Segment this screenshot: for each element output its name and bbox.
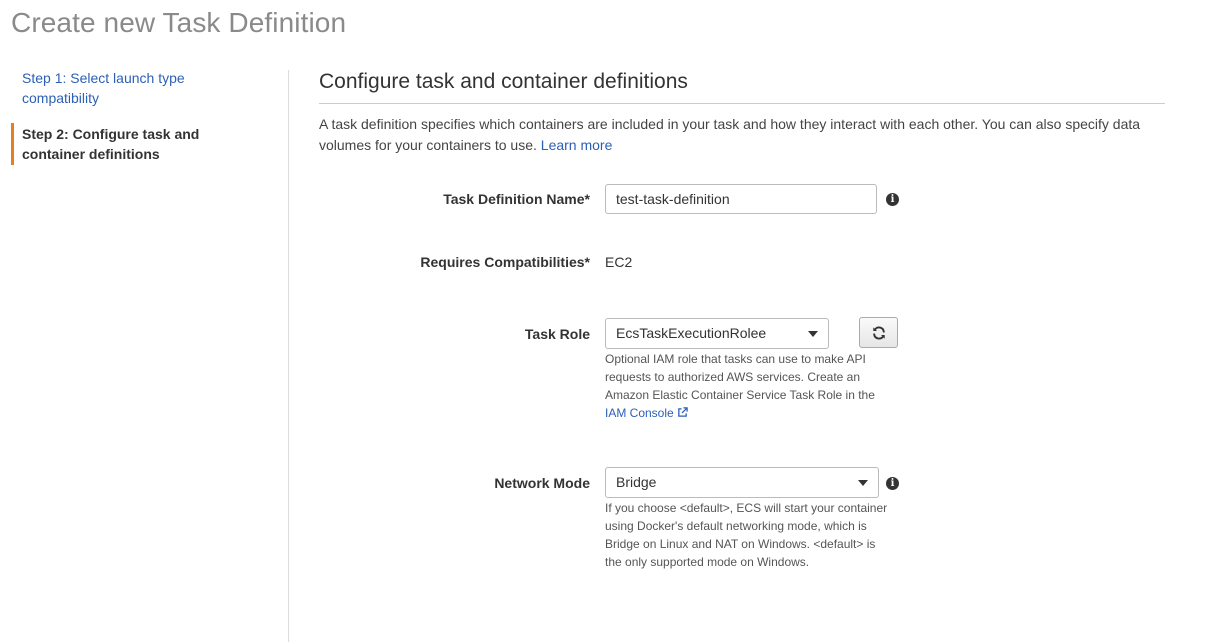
info-icon[interactable]: i <box>886 477 899 490</box>
info-icon[interactable]: i <box>886 193 899 206</box>
refresh-icon <box>872 326 885 339</box>
wizard-steps: Step 1: Select launch type compatibility… <box>11 67 261 179</box>
vertical-divider <box>288 70 289 642</box>
refresh-task-roles-button[interactable] <box>859 317 898 348</box>
chevron-down-icon <box>808 331 818 337</box>
compatibilities-label: Requires Compatibilities* <box>420 254 590 270</box>
task-name-label: Task Definition Name* <box>443 191 590 207</box>
section-description: A task definition specifies which contai… <box>319 114 1169 156</box>
step-2-current: Step 2: Configure task and container def… <box>11 123 261 165</box>
network-mode-label: Network Mode <box>494 475 590 491</box>
chevron-down-icon <box>858 480 868 486</box>
compatibilities-value: EC2 <box>605 254 633 270</box>
network-mode-select[interactable]: Bridge <box>605 467 879 498</box>
task-name-input[interactable] <box>605 184 877 214</box>
task-role-select[interactable]: EcsTaskExecutionRolee <box>605 318 829 349</box>
task-role-selected-value: EcsTaskExecutionRolee <box>616 325 767 341</box>
task-role-help: Optional IAM role that tasks can use to … <box>605 350 890 422</box>
description-text: A task definition specifies which contai… <box>319 116 1141 153</box>
task-role-help-text: Optional IAM role that tasks can use to … <box>605 352 875 402</box>
network-mode-help: If you choose <default>, ECS will start … <box>605 501 888 569</box>
network-mode-selected-value: Bridge <box>616 474 657 490</box>
section-title: Configure task and container definitions <box>319 70 688 93</box>
task-role-label: Task Role <box>524 326 590 342</box>
iam-console-link[interactable]: IAM Console <box>605 406 688 420</box>
learn-more-link[interactable]: Learn more <box>541 137 613 153</box>
page-title: Create new Task Definition <box>11 7 347 38</box>
step-1-link[interactable]: Step 1: Select launch type compatibility <box>11 67 261 109</box>
iam-console-link-text: IAM Console <box>605 406 674 420</box>
section-divider <box>319 103 1165 104</box>
external-link-icon <box>677 407 688 417</box>
